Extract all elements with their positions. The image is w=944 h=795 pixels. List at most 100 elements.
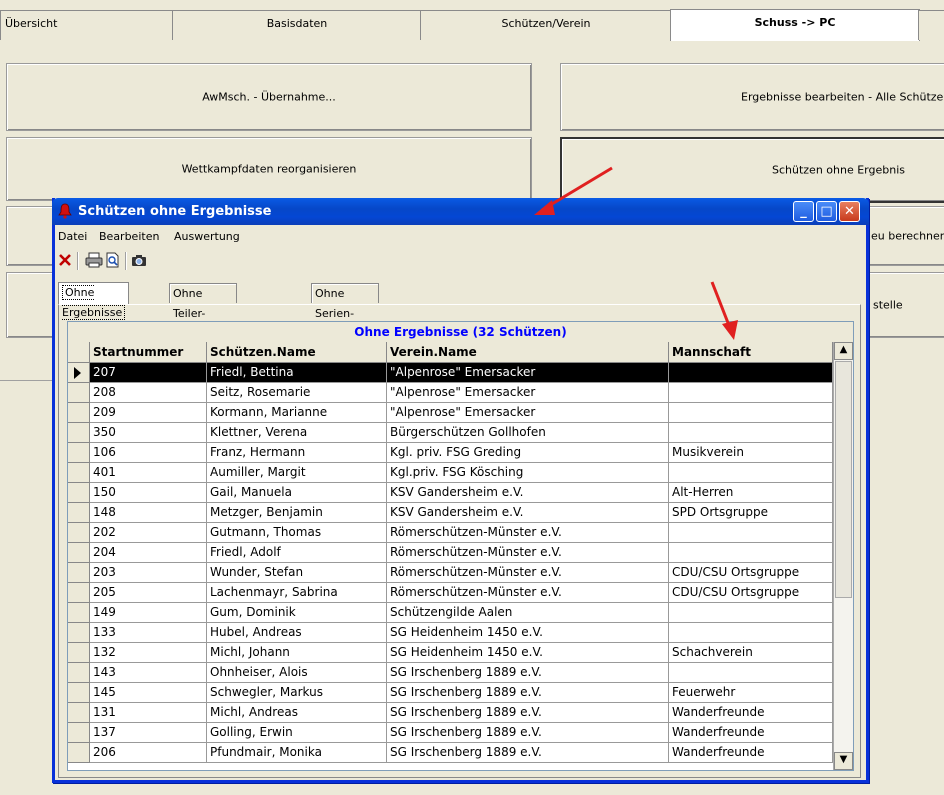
maximize-button[interactable]: □ xyxy=(816,201,837,222)
cell-startnummer[interactable]: 143 xyxy=(90,663,207,683)
row-indicator[interactable] xyxy=(68,523,90,543)
row-indicator[interactable] xyxy=(68,743,90,763)
tab-next[interactable] xyxy=(918,10,944,40)
cell-mannschaft[interactable]: Schachverein xyxy=(669,643,833,663)
cell-mannschaft[interactable]: Musikverein xyxy=(669,443,833,463)
cell-mannschaft[interactable]: Wanderfreunde xyxy=(669,703,833,723)
cell-schuetzen-name[interactable]: Pfundmair, Monika xyxy=(207,743,387,763)
cell-verein-name[interactable]: Römerschützen-Münster e.V. xyxy=(387,563,669,583)
tab-schuss-pc[interactable]: Schuss -> PC xyxy=(670,9,920,41)
tab-uebersicht[interactable]: Übersicht xyxy=(0,10,174,40)
column-header-verein-name[interactable]: Verein.Name xyxy=(387,342,669,363)
camera-icon[interactable] xyxy=(131,253,147,270)
cell-verein-name[interactable]: SG Irschenberg 1889 e.V. xyxy=(387,663,669,683)
cell-mannschaft[interactable]: CDU/CSU Ortsgruppe xyxy=(669,583,833,603)
row-indicator[interactable] xyxy=(68,463,90,483)
cell-schuetzen-name[interactable]: Klettner, Verena xyxy=(207,423,387,443)
cell-mannschaft[interactable] xyxy=(669,523,833,543)
cell-schuetzen-name[interactable]: Gail, Manuela xyxy=(207,483,387,503)
cell-startnummer[interactable]: 350 xyxy=(90,423,207,443)
awmsch-uebernahme-button[interactable]: AwMsch. - Übernahme... xyxy=(6,63,532,131)
delete-icon[interactable] xyxy=(58,253,72,270)
table-row[interactable]: 150 Gail, Manuela KSV Gandersheim e.V. Alt-… xyxy=(68,483,833,503)
cell-schuetzen-name[interactable]: Golling, Erwin xyxy=(207,723,387,743)
scroll-down-button[interactable]: ▼ xyxy=(834,752,853,770)
row-indicator[interactable] xyxy=(68,423,90,443)
cell-mannschaft[interactable]: SPD Ortsgruppe xyxy=(669,503,833,523)
cell-schuetzen-name[interactable]: Friedl, Adolf xyxy=(207,543,387,563)
menu-datei[interactable]: Datei xyxy=(58,230,87,243)
table-row[interactable]: 131 Michl, Andreas SG Irschenberg 1889 e.V… xyxy=(68,703,833,723)
row-indicator[interactable] xyxy=(68,603,90,623)
table-row[interactable]: 133 Hubel, Andreas SG Heidenheim 1450 e.V. xyxy=(68,623,833,643)
row-indicator[interactable] xyxy=(68,443,90,463)
cell-verein-name[interactable]: Kgl.priv. FSG Kösching xyxy=(387,463,669,483)
table-row[interactable]: 137 Golling, Erwin SG Irschenberg 1889 e.V… xyxy=(68,723,833,743)
cell-startnummer[interactable]: 131 xyxy=(90,703,207,723)
cell-verein-name[interactable]: SG Irschenberg 1889 e.V. xyxy=(387,743,669,763)
print-icon[interactable] xyxy=(85,252,103,271)
row-indicator[interactable] xyxy=(68,543,90,563)
cell-verein-name[interactable]: SG Irschenberg 1889 e.V. xyxy=(387,683,669,703)
cell-startnummer[interactable]: 205 xyxy=(90,583,207,603)
row-indicator[interactable] xyxy=(68,643,90,663)
wettkampfdaten-reorganisieren-button[interactable]: Wettkampfdaten reorganisieren xyxy=(6,137,532,201)
row-indicator[interactable] xyxy=(68,563,90,583)
cell-startnummer[interactable]: 401 xyxy=(90,463,207,483)
table-row[interactable]: 149 Gum, Dominik Schützengilde Aalen xyxy=(68,603,833,623)
cell-verein-name[interactable]: SG Irschenberg 1889 e.V. xyxy=(387,703,669,723)
cell-schuetzen-name[interactable]: Kormann, Marianne xyxy=(207,403,387,423)
cell-startnummer[interactable]: 149 xyxy=(90,603,207,623)
row-indicator[interactable] xyxy=(68,363,90,383)
cell-verein-name[interactable]: KSV Gandersheim e.V. xyxy=(387,503,669,523)
cell-verein-name[interactable]: "Alpenrose" Emersacker xyxy=(387,403,669,423)
cell-mannschaft[interactable] xyxy=(669,383,833,403)
cell-schuetzen-name[interactable]: Lachenmayr, Sabrina xyxy=(207,583,387,603)
cell-verein-name[interactable]: Kgl. priv. FSG Greding xyxy=(387,443,669,463)
cell-mannschaft[interactable]: Wanderfreunde xyxy=(669,743,833,763)
cell-schuetzen-name[interactable]: Friedl, Bettina xyxy=(207,363,387,383)
row-indicator[interactable] xyxy=(68,583,90,603)
close-button[interactable]: ✕ xyxy=(839,201,860,222)
row-indicator[interactable] xyxy=(68,623,90,643)
ergebnisse-bearbeiten-button[interactable]: Ergebnisse bearbeiten - Alle Schützen xyxy=(560,63,944,131)
cell-mannschaft[interactable]: CDU/CSU Ortsgruppe xyxy=(669,563,833,583)
table-row[interactable]: 203 Wunder, Stefan Römerschützen-Münster e… xyxy=(68,563,833,583)
column-header-schuetzen-name[interactable]: Schützen.Name xyxy=(207,342,387,363)
scroll-up-button[interactable]: ▲ xyxy=(834,342,853,360)
table-row[interactable]: 106 Franz, Hermann Kgl. priv. FSG Greding M… xyxy=(68,443,833,463)
tab-basisdaten[interactable]: Basisdaten xyxy=(172,10,422,40)
cell-mannschaft[interactable] xyxy=(669,423,833,443)
cell-schuetzen-name[interactable]: Hubel, Andreas xyxy=(207,623,387,643)
cell-schuetzen-name[interactable]: Wunder, Stefan xyxy=(207,563,387,583)
row-indicator[interactable] xyxy=(68,483,90,503)
table-row[interactable]: 143 Ohnheiser, Alois SG Irschenberg 1889 e… xyxy=(68,663,833,683)
row-indicator[interactable] xyxy=(68,683,90,703)
row-indicator[interactable] xyxy=(68,403,90,423)
cell-verein-name[interactable]: Römerschützen-Münster e.V. xyxy=(387,523,669,543)
row-indicator[interactable] xyxy=(68,503,90,523)
table-row[interactable]: 205 Lachenmayr, Sabrina Römerschützen-Müns… xyxy=(68,583,833,603)
cell-mannschaft[interactable]: Alt-Herren xyxy=(669,483,833,503)
cell-mannschaft[interactable] xyxy=(669,663,833,683)
table-row[interactable]: 209 Kormann, Marianne "Alpenrose" Emersack… xyxy=(68,403,833,423)
cell-startnummer[interactable]: 207 xyxy=(90,363,207,383)
cell-verein-name[interactable]: Bürgerschützen Gollhofen xyxy=(387,423,669,443)
row-indicator[interactable] xyxy=(68,703,90,723)
cell-startnummer[interactable]: 150 xyxy=(90,483,207,503)
cell-mannschaft[interactable] xyxy=(669,463,833,483)
cell-startnummer[interactable]: 204 xyxy=(90,543,207,563)
cell-startnummer[interactable]: 206 xyxy=(90,743,207,763)
cell-verein-name[interactable]: SG Heidenheim 1450 e.V. xyxy=(387,643,669,663)
cell-startnummer[interactable]: 106 xyxy=(90,443,207,463)
table-row[interactable]: 208 Seitz, Rosemarie "Alpenrose" Emersacke… xyxy=(68,383,833,403)
cell-mannschaft[interactable]: Wanderfreunde xyxy=(669,723,833,743)
table-row[interactable]: 145 Schwegler, Markus SG Irschenberg 1889 … xyxy=(68,683,833,703)
menu-auswertung[interactable]: Auswertung xyxy=(174,230,240,243)
table-row[interactable]: 401 Aumiller, Margit Kgl.priv. FSG Köschin… xyxy=(68,463,833,483)
cell-schuetzen-name[interactable]: Ohnheiser, Alois xyxy=(207,663,387,683)
cell-schuetzen-name[interactable]: Michl, Johann xyxy=(207,643,387,663)
cell-verein-name[interactable]: SG Irschenberg 1889 e.V. xyxy=(387,723,669,743)
print-preview-icon[interactable] xyxy=(105,252,121,271)
table-row[interactable]: 148 Metzger, Benjamin KSV Gandersheim e.V.… xyxy=(68,503,833,523)
